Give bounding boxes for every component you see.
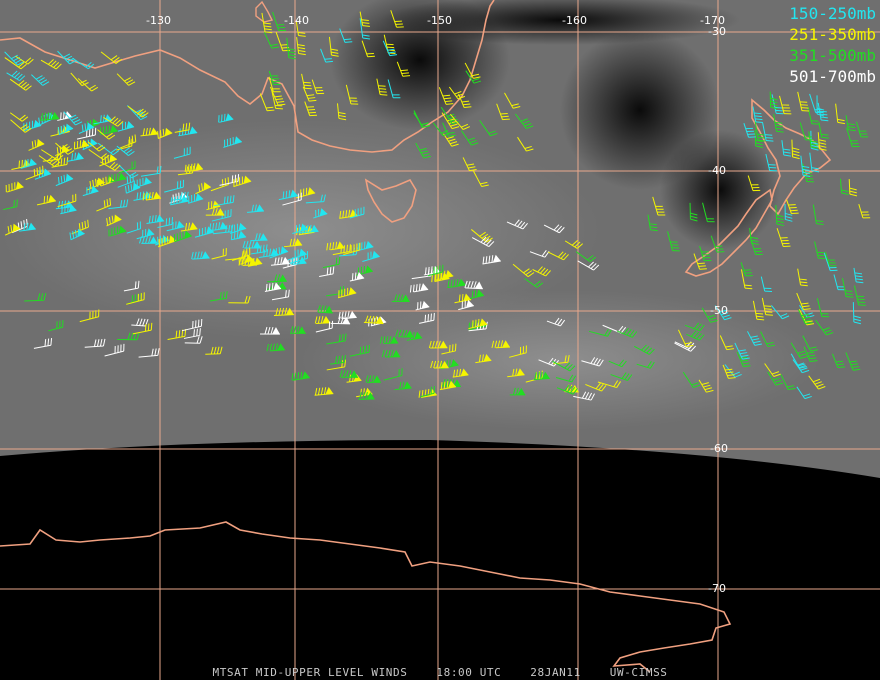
longitude-label: -130 — [146, 14, 171, 27]
caption-time: 18:00 UTC — [436, 666, 502, 679]
legend-item-351-500mb: 351-500mb — [789, 46, 876, 65]
dry-slot — [660, 130, 780, 250]
legend-item-501-700mb: 501-700mb — [789, 67, 876, 86]
pressure-legend: 150-250mb 251-350mb 351-500mb 501-700mb — [789, 3, 876, 87]
image-caption: MTSAT MID-UPPER LEVEL WINDS 18:00 UTC 28… — [0, 666, 880, 679]
longitude-label: -160 — [562, 14, 587, 27]
legend-item-251-350mb: 251-350mb — [789, 25, 876, 44]
longitude-label: -140 — [284, 14, 309, 27]
caption-date: 28JAN11 — [530, 666, 581, 679]
latitude-label: -30 — [708, 25, 726, 38]
caption-credit: UW-CIMSS — [609, 666, 668, 679]
map-canvas — [0, 0, 880, 680]
legend-item-150-250mb: 150-250mb — [789, 4, 876, 23]
latitude-label: -60 — [710, 442, 728, 455]
latitude-label: -40 — [708, 164, 726, 177]
latitude-label: -50 — [710, 304, 728, 317]
caption-product: MTSAT MID-UPPER LEVEL WINDS — [212, 666, 408, 679]
satellite-map: 150-250mb 251-350mb 351-500mb 501-700mb … — [0, 0, 880, 680]
latitude-label: -70 — [708, 582, 726, 595]
longitude-label: -150 — [427, 14, 452, 27]
antarctica-coastline — [0, 521, 732, 673]
